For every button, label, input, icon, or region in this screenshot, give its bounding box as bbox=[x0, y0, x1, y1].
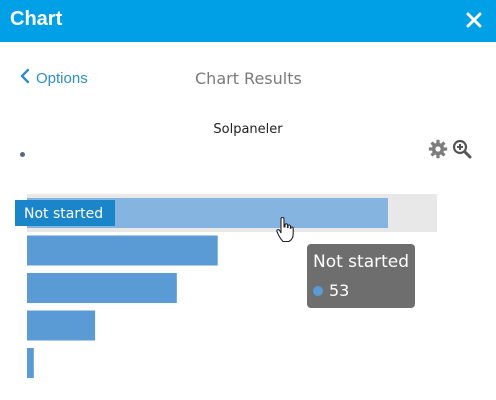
category-label: Not started bbox=[15, 200, 115, 226]
back-button-label: Options bbox=[36, 69, 88, 87]
tooltip-value: 53 bbox=[329, 281, 350, 300]
chart-tooltip: Not started 53 bbox=[307, 244, 415, 308]
bar-chart: Not started bbox=[15, 194, 437, 378]
gear-icon[interactable] bbox=[428, 139, 448, 159]
back-button[interactable]: Options bbox=[20, 68, 88, 88]
chart-bar[interactable] bbox=[27, 235, 218, 266]
category-label-text: Not started bbox=[24, 206, 103, 222]
zoom-in-icon[interactable] bbox=[452, 139, 472, 159]
hand-cursor-icon bbox=[276, 216, 294, 243]
close-icon[interactable] bbox=[464, 10, 484, 30]
tooltip-series-marker bbox=[313, 285, 323, 296]
window-titlebar: Chart bbox=[0, 0, 496, 42]
page-title: Chart Results bbox=[195, 69, 302, 88]
tooltip-category: Not started bbox=[313, 252, 410, 272]
chart-bar[interactable] bbox=[27, 348, 34, 378]
chevron-left-icon bbox=[20, 68, 30, 88]
chart-title: Solpaneler bbox=[213, 122, 283, 137]
legend-marker bbox=[20, 152, 25, 157]
chart-bar[interactable] bbox=[27, 273, 177, 303]
chart-bar[interactable] bbox=[27, 310, 96, 341]
window-title: Chart bbox=[10, 8, 63, 30]
